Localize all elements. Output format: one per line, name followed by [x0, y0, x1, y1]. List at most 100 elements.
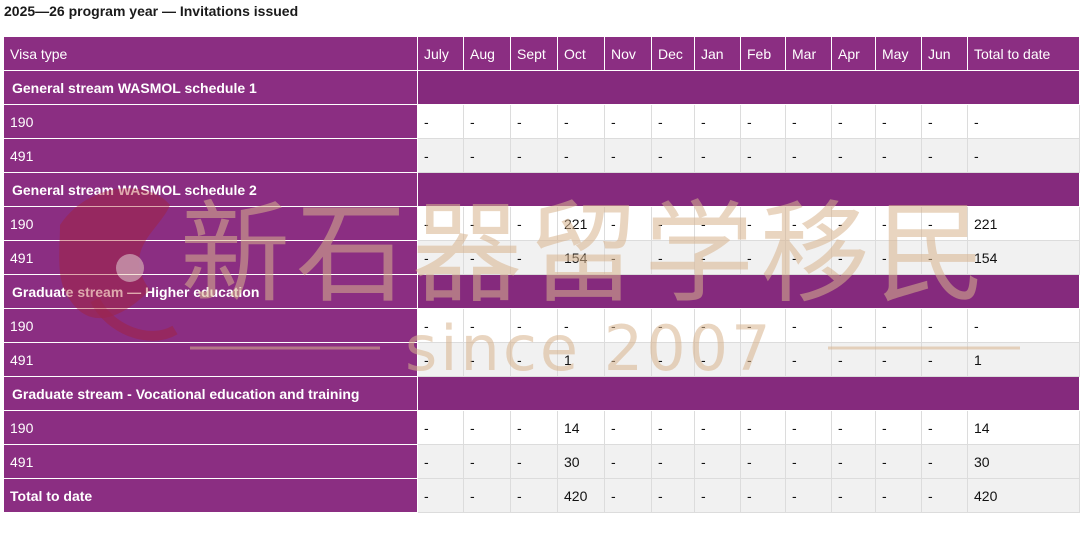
data-cell: - [604, 206, 652, 241]
table-row: 491- - -154- - - - - - - -154 [3, 240, 1080, 275]
data-cell: - [875, 444, 922, 479]
data-cell: 221 [557, 206, 605, 241]
data-cell: - [740, 240, 786, 275]
section-title: Graduate stream — Higher education [3, 274, 418, 309]
table-row: 491- - - - - - - - - - - - - [3, 138, 1080, 173]
total-cell: - [417, 478, 464, 513]
data-cell: - [417, 342, 464, 377]
data-cell: - [463, 206, 511, 241]
data-cell: - [740, 410, 786, 445]
data-cell: - [785, 104, 832, 139]
table-row: 190- - - - - - - - - - - - - [3, 308, 1080, 343]
total-cell: - [740, 478, 786, 513]
data-cell: - [921, 410, 968, 445]
table-row: 190- - -221- - - - - - - -221 [3, 206, 1080, 241]
section-header-row: General stream WASMOL schedule 1 [3, 70, 1080, 105]
visa-type-cell: 491 [3, 138, 418, 173]
total-cell: - [510, 478, 558, 513]
data-cell: - [740, 206, 786, 241]
section-header-row: Graduate stream - Vocational education a… [3, 376, 1080, 411]
visa-type-cell: 190 [3, 206, 418, 241]
section-header-row: General stream WASMOL schedule 2 [3, 172, 1080, 207]
column-header: Sept [510, 36, 558, 71]
data-cell: - [785, 444, 832, 479]
total-cell: - [651, 478, 695, 513]
data-cell: - [463, 104, 511, 139]
data-cell: - [651, 444, 695, 479]
data-cell: - [785, 240, 832, 275]
data-cell: - [557, 104, 605, 139]
data-cell: - [417, 308, 464, 343]
total-label: Total to date [3, 478, 418, 513]
data-cell: - [417, 206, 464, 241]
data-cell: - [921, 308, 968, 343]
total-cell: - [831, 478, 876, 513]
data-cell: - [510, 410, 558, 445]
data-cell: - [694, 206, 741, 241]
data-cell: - [651, 104, 695, 139]
table-row: 491- - -1- - - - - - - -1 [3, 342, 1080, 377]
data-cell: 30 [557, 444, 605, 479]
column-header: Mar [785, 36, 832, 71]
total-cell: - [694, 478, 741, 513]
data-cell: - [831, 104, 876, 139]
data-cell: - [463, 444, 511, 479]
data-cell: - [694, 410, 741, 445]
section-header-row: Graduate stream — Higher education [3, 274, 1080, 309]
data-cell: - [463, 240, 511, 275]
data-cell: - [875, 138, 922, 173]
visa-type-cell: 190 [3, 410, 418, 445]
data-cell: - [967, 308, 1080, 343]
data-cell: - [921, 342, 968, 377]
column-header: Total to date [967, 36, 1080, 71]
data-cell: - [510, 308, 558, 343]
invitations-table: Visa type July Aug Sept Oct Nov Dec Jan … [3, 36, 1080, 513]
visa-type-cell: 491 [3, 240, 418, 275]
data-cell: - [831, 444, 876, 479]
data-cell: 154 [967, 240, 1080, 275]
data-cell: - [510, 206, 558, 241]
column-header: Visa type [3, 36, 418, 71]
total-cell: - [921, 478, 968, 513]
column-header: July [417, 36, 464, 71]
data-cell: - [875, 240, 922, 275]
data-cell: - [604, 104, 652, 139]
visa-type-cell: 491 [3, 444, 418, 479]
data-cell: - [417, 138, 464, 173]
data-cell: - [417, 104, 464, 139]
column-header: Oct [557, 36, 605, 71]
table-caption: 2025—26 program year — Invitations issue… [4, 3, 299, 19]
data-cell: - [510, 104, 558, 139]
total-cell: - [785, 478, 832, 513]
data-cell: - [510, 138, 558, 173]
data-cell: - [604, 308, 652, 343]
data-cell: - [604, 342, 652, 377]
data-cell: - [921, 444, 968, 479]
section-title: General stream WASMOL schedule 2 [3, 172, 418, 207]
data-cell: - [831, 342, 876, 377]
section-fill [417, 376, 1080, 411]
data-cell: - [831, 138, 876, 173]
data-cell: - [740, 342, 786, 377]
table-row: 491- - -30- - - - - - - -30 [3, 444, 1080, 479]
data-cell: - [463, 342, 511, 377]
data-cell: - [785, 138, 832, 173]
column-header: Jun [921, 36, 968, 71]
data-cell: - [651, 410, 695, 445]
data-cell: - [651, 308, 695, 343]
data-cell: - [417, 240, 464, 275]
total-cell: - [463, 478, 511, 513]
data-cell: - [921, 138, 968, 173]
column-header: May [875, 36, 922, 71]
data-cell: - [694, 104, 741, 139]
data-cell: - [510, 342, 558, 377]
section-title: Graduate stream - Vocational education a… [3, 376, 418, 411]
data-cell: - [831, 206, 876, 241]
data-cell: - [557, 308, 605, 343]
data-cell: - [740, 444, 786, 479]
data-cell: - [967, 104, 1080, 139]
data-cell: 154 [557, 240, 605, 275]
data-cell: - [875, 308, 922, 343]
data-cell: - [694, 138, 741, 173]
column-header: Aug [463, 36, 511, 71]
